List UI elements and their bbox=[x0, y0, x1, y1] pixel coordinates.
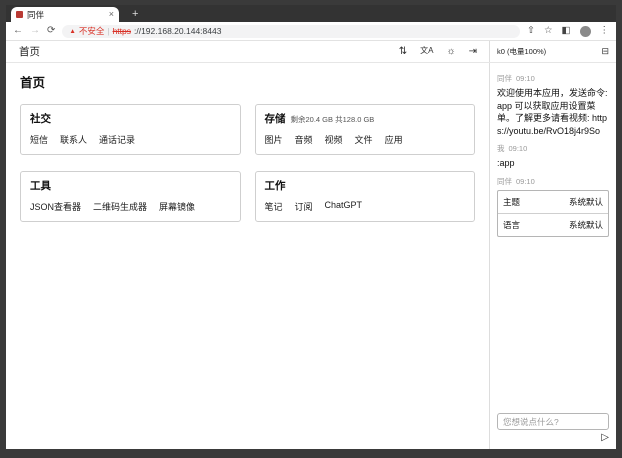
warning-icon: ▲ bbox=[69, 28, 75, 35]
link-files[interactable]: 文件 bbox=[355, 133, 373, 146]
card-grid: 社交 短信 联系人 通话记录 存储 剩余20.4 GB 共128.0 GB 图片 bbox=[20, 104, 475, 222]
tab-close-icon[interactable]: × bbox=[109, 10, 114, 19]
link-json-viewer[interactable]: JSON查看器 bbox=[30, 200, 81, 213]
translate-icon[interactable]: 文A bbox=[420, 47, 433, 57]
storage-usage-label: 剩余20.4 GB 共128.0 GB bbox=[291, 114, 375, 125]
chat-input-area: ▷ bbox=[497, 412, 609, 444]
message-meta: 同伴 09:10 bbox=[497, 176, 609, 187]
link-qrcode-generator[interactable]: 二维码生成器 bbox=[93, 200, 147, 213]
main-area: 首页 社交 短信 联系人 通话记录 存储 剩余20.4 GB 共128.0 bbox=[6, 63, 489, 449]
chat-message-input[interactable] bbox=[497, 413, 609, 430]
back-icon[interactable]: ← bbox=[13, 26, 23, 36]
chat-messages: 同伴 09:10 欢迎使用本应用，发送命令:app 可以获取应用设置菜单。了解更多… bbox=[497, 67, 609, 412]
share-icon[interactable]: ⇧ bbox=[527, 26, 535, 36]
card-storage: 存储 剩余20.4 GB 共128.0 GB 图片 音频 视频 文件 应用 bbox=[255, 104, 476, 155]
setting-value: 系统默认 bbox=[569, 219, 603, 231]
setting-language-row[interactable]: 语言 系统默认 bbox=[498, 213, 608, 236]
message-time: 09:10 bbox=[516, 74, 535, 83]
link-audio[interactable]: 音频 bbox=[295, 133, 313, 146]
side-panel-icon[interactable]: ◧ bbox=[562, 26, 571, 36]
browser-tab[interactable]: 同伴 × bbox=[11, 7, 119, 22]
card-title: 社交 bbox=[30, 111, 51, 126]
menu-dots-icon[interactable]: ⋮ bbox=[600, 26, 610, 36]
message-author: 同伴 bbox=[497, 74, 512, 83]
message-meta: 同伴 09:10 bbox=[497, 73, 609, 84]
link-chatgpt[interactable]: ChatGPT bbox=[325, 200, 363, 213]
message-author: 同伴 bbox=[497, 177, 512, 186]
message-text: 欢迎使用本应用，发送命令:app 可以获取应用设置菜单。了解更多请看视频: ht… bbox=[497, 87, 609, 137]
link-call-log[interactable]: 通话记录 bbox=[99, 133, 135, 146]
link-screen-mirror[interactable]: 屏幕镜像 bbox=[159, 200, 195, 213]
chat-panel-header: k0 (电量100%) ⊟ bbox=[489, 41, 616, 62]
address-bar[interactable]: ▲ 不安全 | https ://192.168.20.144:8443 bbox=[62, 25, 520, 38]
tab-strip: 同伴 × + bbox=[6, 5, 616, 22]
browser-window: 同伴 × + ← → ⟳ ▲ 不安全 | https ://192.168.20… bbox=[6, 5, 616, 449]
card-work: 工作 笔记 订阅 ChatGPT bbox=[255, 171, 476, 222]
panel-toggle-icon[interactable]: ⊟ bbox=[601, 46, 609, 57]
link-apps[interactable]: 应用 bbox=[385, 133, 403, 146]
link-contacts[interactable]: 联系人 bbox=[60, 133, 87, 146]
chat-sidebar: 同伴 09:10 欢迎使用本应用，发送命令:app 可以获取应用设置菜单。了解更多… bbox=[489, 63, 616, 449]
url-scheme: https bbox=[113, 26, 131, 36]
settings-table: 主题 系统默认 语言 系统默认 bbox=[497, 190, 609, 237]
message-text: :app bbox=[497, 157, 609, 170]
app-top-bar-main: 首页 ⇅ 文A ☼ ⇥ bbox=[6, 41, 489, 62]
page-title: 首页 bbox=[20, 72, 475, 91]
setting-label: 语言 bbox=[503, 219, 520, 231]
tab-title: 同伴 bbox=[27, 9, 105, 21]
card-title: 工作 bbox=[265, 178, 286, 193]
setting-value: 系统默认 bbox=[569, 196, 603, 208]
logout-icon[interactable]: ⇥ bbox=[469, 47, 477, 57]
toolbar-actions: ⇧ ☆ ◧ ⋮ bbox=[527, 26, 609, 37]
setting-theme-row[interactable]: 主题 系统默认 bbox=[498, 191, 608, 213]
message-time: 09:10 bbox=[509, 144, 528, 153]
link-pictures[interactable]: 图片 bbox=[265, 133, 283, 146]
bookmark-star-icon[interactable]: ☆ bbox=[544, 26, 553, 36]
profile-avatar[interactable] bbox=[580, 26, 591, 37]
new-tab-button[interactable]: + bbox=[128, 7, 142, 22]
url-text: ://192.168.20.144:8443 bbox=[134, 26, 221, 36]
browser-toolbar: ← → ⟳ ▲ 不安全 | https ://192.168.20.144:84… bbox=[6, 22, 616, 41]
message-author: 我 bbox=[497, 144, 505, 153]
refresh-icon[interactable]: ⟳ bbox=[47, 26, 55, 36]
device-battery-status: k0 (电量100%) bbox=[497, 46, 546, 57]
nav-home-tab[interactable]: 首页 bbox=[19, 44, 40, 59]
omnibox-divider: | bbox=[107, 26, 109, 36]
link-sms[interactable]: 短信 bbox=[30, 133, 48, 146]
tab-favicon-icon bbox=[16, 11, 23, 18]
app-bar-icons: ⇅ 文A ☼ ⇥ bbox=[399, 47, 477, 57]
card-title: 存储 bbox=[265, 111, 286, 126]
security-warning-label[interactable]: 不安全 bbox=[79, 25, 105, 37]
send-icon[interactable]: ▷ bbox=[601, 433, 609, 443]
card-social: 社交 短信 联系人 通话记录 bbox=[20, 104, 241, 155]
message-meta: 我 09:10 bbox=[497, 143, 609, 154]
app-top-bar: 首页 ⇅ 文A ☼ ⇥ k0 (电量100%) ⊟ bbox=[6, 41, 616, 63]
card-title: 工具 bbox=[30, 178, 51, 193]
page-content: 首页 社交 短信 联系人 通话记录 存储 剩余20.4 GB 共128.0 bbox=[6, 63, 616, 449]
forward-icon[interactable]: → bbox=[30, 26, 40, 36]
message-time: 09:10 bbox=[516, 177, 535, 186]
sort-icon[interactable]: ⇅ bbox=[399, 47, 407, 57]
theme-icon[interactable]: ☼ bbox=[446, 47, 455, 57]
card-tools: 工具 JSON查看器 二维码生成器 屏幕镜像 bbox=[20, 171, 241, 222]
link-notes[interactable]: 笔记 bbox=[265, 200, 283, 213]
link-video[interactable]: 视频 bbox=[325, 133, 343, 146]
setting-label: 主题 bbox=[503, 196, 520, 208]
link-subscriptions[interactable]: 订阅 bbox=[295, 200, 313, 213]
